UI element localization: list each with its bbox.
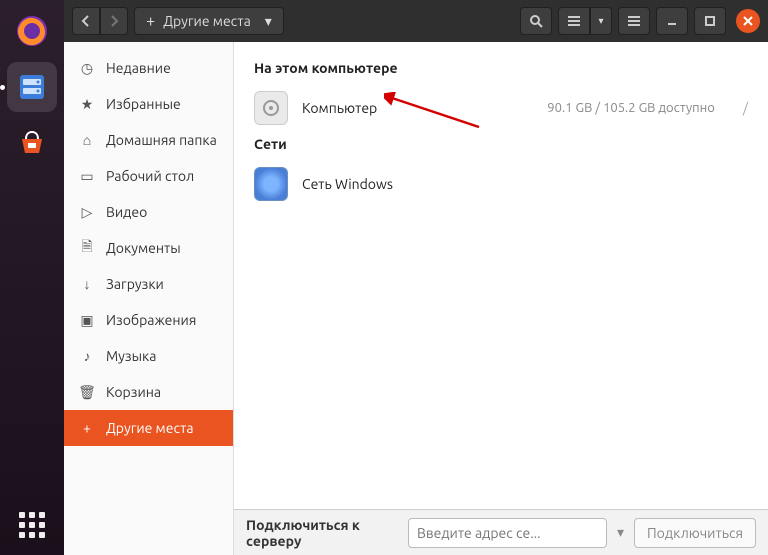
download-icon: ↓ (78, 276, 96, 292)
row-network-label: Сеть Windows (302, 176, 393, 192)
dock-files[interactable] (7, 62, 57, 112)
section-networks-header: Сети (254, 130, 748, 162)
disk-icon (254, 91, 288, 125)
files-icon (14, 69, 50, 105)
chevron-right-icon (109, 15, 119, 27)
titlebar: + Другие места ▾ ▾ (64, 0, 768, 42)
software-icon (14, 125, 50, 161)
connect-label: Подключиться к серверу (246, 517, 398, 549)
clock-icon: ◷ (78, 60, 96, 77)
sidebar-item-downloads[interactable]: ↓Загрузки (64, 266, 233, 302)
chevron-down-icon: ▾ (598, 15, 603, 27)
trash-icon: 🗑 (78, 384, 96, 401)
row-computer-path: / (743, 100, 748, 116)
sidebar-item-desktop[interactable]: ▭Рабочий стол (64, 158, 233, 194)
nav-buttons (72, 7, 128, 35)
sidebar-item-other-locations[interactable]: +Другие места (64, 410, 233, 446)
desktop-icon: ▭ (78, 168, 96, 185)
hamburger-icon (627, 15, 641, 27)
picture-icon: ▣ (78, 312, 96, 329)
dropdown-icon[interactable]: ▾ (617, 524, 624, 541)
sidebar-item-documents[interactable]: 🗎Документы (64, 230, 233, 266)
content-area: На этом компьютере Компьютер 90.1 GB / 1… (234, 42, 768, 509)
dock-software[interactable] (7, 118, 57, 168)
dropdown-icon: ▾ (265, 13, 272, 30)
star-icon: ★ (78, 96, 96, 113)
maximize-icon (704, 15, 716, 27)
chevron-left-icon (81, 15, 91, 27)
location-bar[interactable]: + Другие места ▾ (134, 7, 284, 35)
video-icon: ▷ (78, 204, 96, 221)
connect-button[interactable]: Подключиться (634, 518, 756, 548)
sidebar-item-starred[interactable]: ★Избранные (64, 86, 233, 122)
row-computer[interactable]: Компьютер 90.1 GB / 105.2 GB доступно / (254, 86, 748, 130)
search-button[interactable] (520, 7, 552, 35)
sidebar-item-recent[interactable]: ◷Недавние (64, 50, 233, 86)
view-list-button[interactable] (558, 7, 590, 35)
section-computer-header: На этом компьютере (254, 54, 748, 86)
close-icon (743, 16, 753, 26)
sidebar: ◷Недавние ★Избранные ⌂Домашняя папка ▭Ра… (64, 42, 234, 555)
home-icon: ⌂ (78, 132, 96, 148)
sidebar-item-music[interactable]: ♪Музыка (64, 338, 233, 374)
menu-button[interactable] (618, 7, 650, 35)
connect-server-bar: Подключиться к серверу ▾ Подключиться (234, 509, 768, 555)
row-computer-label: Компьютер (302, 100, 377, 116)
close-button[interactable] (736, 9, 760, 33)
plus-icon: + (78, 420, 96, 436)
location-label: Другие места (163, 13, 251, 29)
minimize-button[interactable] (656, 7, 688, 35)
document-icon: 🗎 (78, 236, 96, 260)
music-icon: ♪ (78, 348, 96, 364)
list-icon (567, 15, 581, 27)
search-icon (529, 14, 543, 28)
plus-icon: + (146, 12, 155, 30)
sidebar-item-pictures[interactable]: ▣Изображения (64, 302, 233, 338)
view-dropdown-button[interactable]: ▾ (590, 7, 612, 35)
dock-firefox[interactable] (7, 6, 57, 56)
row-windows-network[interactable]: Сеть Windows (254, 162, 748, 206)
server-address-input[interactable] (408, 518, 607, 548)
row-computer-info: 90.1 GB / 105.2 GB доступно (547, 101, 715, 115)
main-pane: На этом компьютере Компьютер 90.1 GB / 1… (234, 42, 768, 555)
maximize-button[interactable] (694, 7, 726, 35)
back-button[interactable] (72, 7, 100, 35)
dock (0, 0, 64, 555)
sidebar-item-trash[interactable]: 🗑Корзина (64, 374, 233, 410)
forward-button[interactable] (100, 7, 128, 35)
sidebar-item-home[interactable]: ⌂Домашняя папка (64, 122, 233, 158)
firefox-icon (14, 13, 50, 49)
minimize-icon (666, 15, 678, 27)
sidebar-item-videos[interactable]: ▷Видео (64, 194, 233, 230)
show-apps-button[interactable] (12, 505, 52, 545)
files-window: + Другие места ▾ ▾ ◷Недавние ★Избранные … (64, 0, 768, 555)
network-icon (254, 167, 288, 201)
